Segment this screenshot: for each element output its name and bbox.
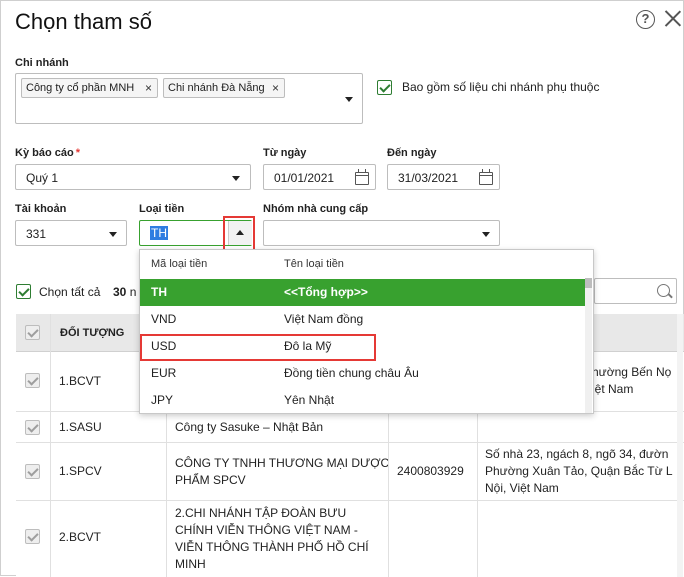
currency-option-th[interactable]: TH <<Tổng hợp>> <box>140 279 586 306</box>
row-address-line: iệt Nam <box>592 382 634 396</box>
dropdown-scrollbar[interactable] <box>585 278 592 413</box>
row-tax-code: 2400803929 <box>397 464 464 478</box>
help-icon[interactable]: ? <box>636 10 655 29</box>
selected-count-value: 30 <box>113 285 127 299</box>
row-name: MINH <box>175 557 206 571</box>
period-value: Quý 1 <box>26 171 59 185</box>
close-icon[interactable] <box>663 8 683 28</box>
from-date-value: 01/01/2021 <box>274 171 335 185</box>
row-name: Công ty Sasuke – Nhật Bản <box>175 420 324 434</box>
required-mark: * <box>75 147 80 159</box>
table-row[interactable]: 1.SPCV CÔNG TY TNHH THƯƠNG MẠI DƯỢC PHẨM… <box>16 443 684 501</box>
dropdown-header: Mã loại tiền Tên loại tiền <box>140 250 593 278</box>
dropdown-col-name: Tên loại tiền <box>284 258 344 270</box>
row-name: VIỄN THÔNG THÀNH PHỐ HỒ CHÍ <box>175 540 369 554</box>
from-date-input[interactable]: 01/01/2021 <box>263 164 376 190</box>
option-code: EUR <box>151 366 177 380</box>
chevron-down-icon[interactable] <box>482 232 490 237</box>
currency-label: Loại tiền <box>139 203 185 215</box>
account-select[interactable]: 331 <box>15 220 127 246</box>
branch-tag-label: Công ty cổ phần MNH <box>26 82 135 94</box>
branch-label: Chi nhánh <box>15 57 69 69</box>
row-name: CHÍNH VIỄN THÔNG VIỆT NAM - <box>175 523 358 537</box>
option-code: TH <box>151 285 167 299</box>
select-all-checkbox[interactable] <box>16 284 31 299</box>
highlight-frame <box>223 216 255 252</box>
search-icon[interactable] <box>657 284 670 297</box>
option-code: JPY <box>151 393 174 407</box>
row-name: 2.CHI NHÁNH TẬP ĐOÀN BƯU <box>175 506 347 520</box>
currency-option-jpy[interactable]: JPY Yên Nhật <box>140 387 586 414</box>
currency-dropdown: Mã loại tiền Tên loại tiền TH <<Tổng hợp… <box>139 249 594 414</box>
search-input[interactable] <box>594 278 677 304</box>
header-object: ĐỐI TƯỢNG <box>60 327 125 339</box>
table-row[interactable]: 1.SASU Công ty Sasuke – Nhật Bản <box>16 412 684 443</box>
row-checkbox[interactable] <box>25 373 40 388</box>
row-address-line: Nội, Việt Nam <box>485 481 559 495</box>
to-date-label: Đến ngày <box>387 147 437 159</box>
currency-option-eur[interactable]: EUR Đồng tiền chung châu Âu <box>140 360 586 387</box>
supplier-group-select[interactable] <box>263 220 500 246</box>
option-code: VND <box>151 312 177 326</box>
option-name: Yên Nhật <box>284 393 335 407</box>
period-select[interactable]: Quý 1 <box>15 164 251 190</box>
currency-value[interactable]: TH <box>150 226 168 240</box>
account-value: 331 <box>26 227 47 241</box>
parameter-dialog: Chọn tham số ? Chi nhánh Công ty cổ phần… <box>0 0 684 577</box>
option-name: Đồng tiền chung châu Âu <box>284 366 419 380</box>
dropdown-scroll-thumb[interactable] <box>585 278 592 288</box>
remove-tag-icon[interactable]: × <box>272 79 279 97</box>
row-code: 1.BCVT <box>59 374 102 388</box>
branch-tag: Công ty cổ phần MNH × <box>21 78 158 98</box>
table-row[interactable]: 2.BCVT 2.CHI NHÁNH TẬP ĐOÀN BƯU CHÍNH VI… <box>16 501 684 577</box>
period-label: Kỳ báo cáo * <box>15 147 80 159</box>
calendar-icon[interactable] <box>355 169 369 185</box>
select-all-label: Chọn tất cả <box>39 285 101 299</box>
from-date-label: Từ ngày <box>263 147 307 159</box>
chevron-down-icon[interactable] <box>232 176 240 181</box>
row-name: CÔNG TY TNHH THƯƠNG MẠI DƯỢC <box>175 456 390 470</box>
remove-tag-icon[interactable]: × <box>145 79 152 97</box>
option-name: Việt Nam đồng <box>284 312 364 326</box>
header-checkbox[interactable] <box>25 325 40 340</box>
row-address-line: Phường Xuân Tảo, Quận Bắc Từ L <box>485 464 673 478</box>
row-address-line: Số nhà 23, ngách 8, ngõ 34, đườn <box>485 447 669 461</box>
selected-count-suffix: n <box>129 285 137 299</box>
supplier-group-label: Nhóm nhà cung cấp <box>263 203 369 215</box>
row-code: 1.SASU <box>59 420 102 434</box>
calendar-icon[interactable] <box>479 169 493 185</box>
selected-count: 30 n <box>113 285 136 299</box>
branch-tag: Chi nhánh Đà Nẵng × <box>163 78 285 98</box>
dropdown-col-code: Mã loại tiền <box>151 258 208 270</box>
account-label: Tài khoản <box>15 203 67 215</box>
dialog-title: Chọn tham số <box>15 9 152 34</box>
branch-multiselect[interactable]: Công ty cổ phần MNH × Chi nhánh Đà Nẵng … <box>15 73 363 124</box>
include-dependent-checkbox[interactable] <box>377 80 392 95</box>
chevron-down-icon[interactable] <box>345 97 353 102</box>
currency-option-vnd[interactable]: VND Việt Nam đồng <box>140 306 586 333</box>
row-checkbox[interactable] <box>25 420 40 435</box>
option-name: <<Tổng hợp>> <box>284 285 368 299</box>
row-checkbox[interactable] <box>25 464 40 479</box>
row-code: 2.BCVT <box>59 530 102 544</box>
to-date-input[interactable]: 31/03/2021 <box>387 164 500 190</box>
period-label-text: Kỳ báo cáo <box>15 147 74 159</box>
to-date-value: 31/03/2021 <box>398 171 459 185</box>
include-dependent-label: Bao gồm số liệu chi nhánh phụ thuộc <box>402 80 600 94</box>
branch-tag-label: Chi nhánh Đà Nẵng <box>168 82 265 94</box>
row-checkbox[interactable] <box>25 529 40 544</box>
highlight-frame <box>140 334 376 361</box>
table-scrollbar[interactable] <box>677 314 683 577</box>
chevron-down-icon[interactable] <box>109 232 117 237</box>
row-code: 1.SPCV <box>59 464 102 478</box>
row-address-line: hường Bến Nọ <box>592 365 672 379</box>
column-divider <box>50 314 51 577</box>
row-name: PHẨM SPCV <box>175 473 246 487</box>
